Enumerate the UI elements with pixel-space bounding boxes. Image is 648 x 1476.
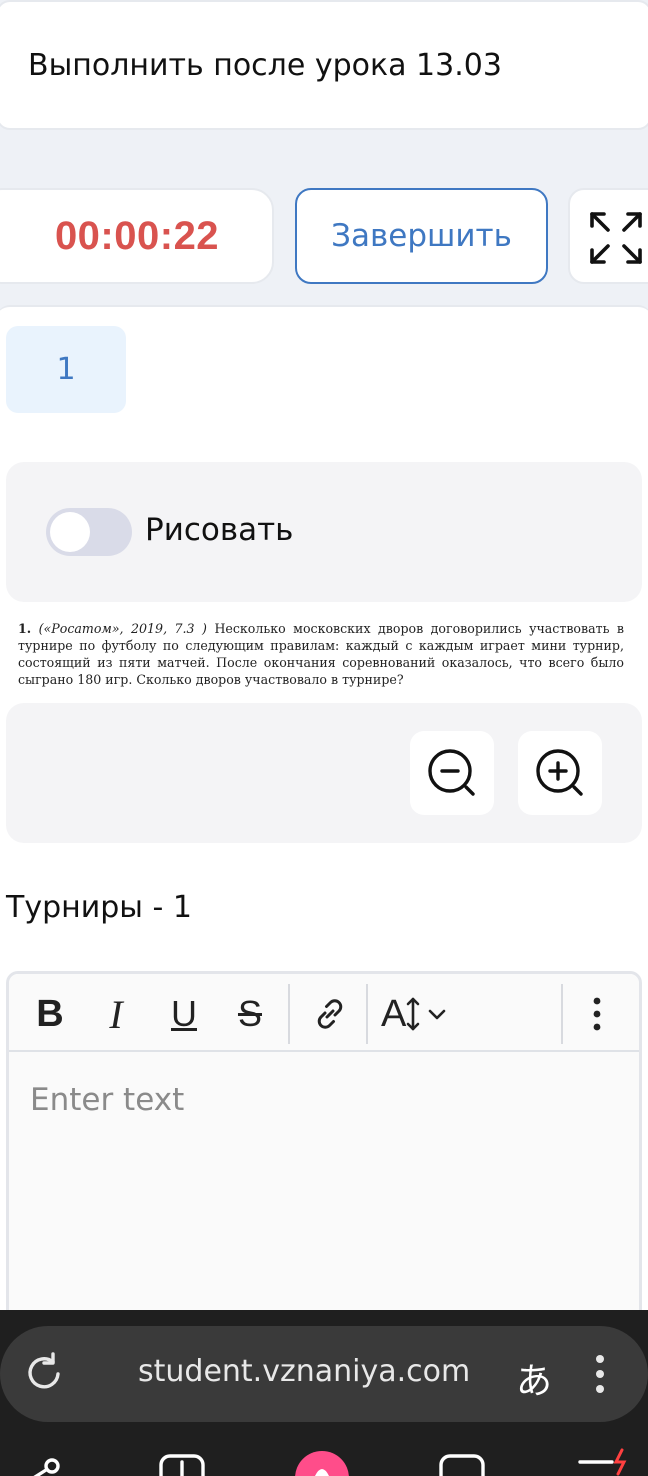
browser-menu-button[interactable] (594, 1354, 606, 1398)
zoom-out-button[interactable] (410, 731, 494, 815)
chevron-down-icon (429, 1009, 446, 1020)
strikethrough-button[interactable]: S (227, 986, 273, 1042)
zoom-out-icon (428, 749, 475, 796)
link-button[interactable] (305, 986, 355, 1042)
text-size-arrows-icon (407, 997, 420, 1031)
share-icon[interactable] (18, 1452, 66, 1476)
zoom-in-button[interactable] (518, 731, 602, 815)
header-card: Выполнить после урока 13.03 (0, 0, 648, 130)
new-tab-icon[interactable] (158, 1452, 206, 1476)
fullscreen-button[interactable] (568, 188, 648, 284)
expand-icon (590, 212, 642, 264)
alice-icon[interactable] (294, 1448, 350, 1476)
font-size-dropdown[interactable]: A (381, 986, 461, 1042)
browser-nav-row (0, 1444, 648, 1476)
answer-title: Турниры - 1 (6, 890, 192, 925)
draw-label: Рисовать (145, 512, 294, 548)
zoom-in-icon (536, 749, 583, 796)
question-tab-1[interactable]: 1 (6, 326, 126, 413)
answer-input[interactable]: Enter text (30, 1082, 184, 1118)
underline-button[interactable]: U (161, 986, 207, 1042)
more-vertical-icon (593, 997, 601, 1031)
bold-button[interactable]: B (27, 986, 73, 1042)
problem-number: 1. (18, 621, 32, 636)
finish-button[interactable]: Завершить (295, 188, 548, 284)
tabs-count-icon[interactable] (438, 1452, 486, 1476)
toolbar-divider (288, 984, 290, 1044)
more-options-button[interactable] (577, 986, 617, 1042)
problem-text: 1. («Росатом», 2019, 7.3 ) Несколько мос… (18, 620, 624, 688)
more-vertical-icon (596, 1355, 604, 1393)
reload-icon (28, 1352, 60, 1389)
font-size-glyph: A (381, 992, 407, 1035)
menu-lines-icon[interactable] (576, 1448, 636, 1476)
timer-card: 00:00:22 (0, 188, 274, 284)
translate-icon[interactable]: あ (516, 1352, 552, 1404)
page-title: Выполнить после урока 13.03 (28, 48, 502, 83)
problem-source: («Росатом», 2019, 7.3 ) (38, 621, 207, 636)
reload-button[interactable] (22, 1350, 66, 1398)
toolbar-divider (561, 984, 563, 1044)
link-icon (317, 999, 343, 1029)
toolbar-divider (366, 984, 368, 1044)
italic-button[interactable]: I (93, 986, 139, 1042)
timer-display: 00:00:22 (54, 213, 220, 258)
draw-toggle[interactable] (46, 508, 132, 556)
url-text[interactable]: student.vznaniya.com (138, 1354, 470, 1389)
toggle-knob (50, 512, 90, 552)
editor-toolbar: B I U S A (9, 974, 639, 1052)
